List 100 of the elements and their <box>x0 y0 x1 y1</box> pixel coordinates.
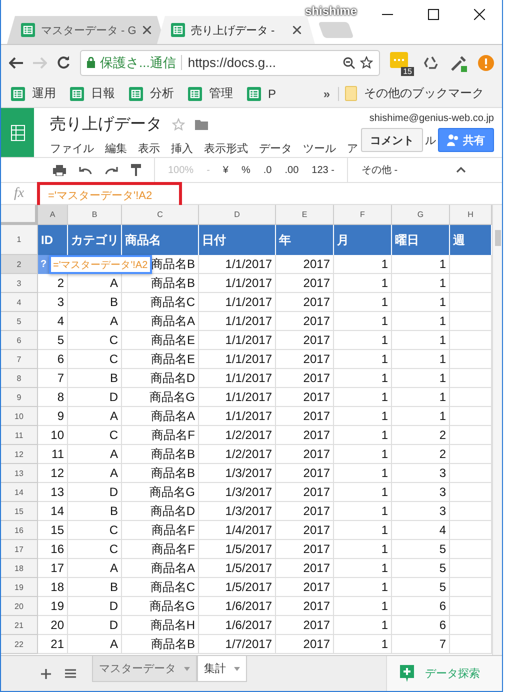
column-header[interactable]: C <box>122 205 199 225</box>
table-cell: 1 <box>392 388 450 407</box>
row-header[interactable]: 10 <box>1 407 38 426</box>
row-header[interactable]: 20 <box>1 597 38 616</box>
paint-format-icon[interactable] <box>131 164 141 176</box>
folder-icon <box>345 86 357 101</box>
row-header[interactable]: 16 <box>1 521 38 540</box>
row-header[interactable]: 15 <box>1 502 38 521</box>
zoom-out-icon[interactable] <box>343 56 355 68</box>
row-header[interactable]: 12 <box>1 445 38 464</box>
column-header[interactable]: G <box>392 205 450 225</box>
collapse-icon[interactable] <box>456 167 466 173</box>
back-icon[interactable] <box>9 56 23 68</box>
format-button[interactable]: ¥ <box>222 164 228 176</box>
header-cell: 曜日 <box>392 225 450 255</box>
table-cell: 1/1/2017 <box>199 274 276 293</box>
table-cell: A <box>68 445 122 464</box>
sheets-logo[interactable] <box>1 108 34 157</box>
menu-item[interactable]: ア <box>347 141 358 156</box>
star-icon[interactable] <box>360 56 373 69</box>
menu-item[interactable]: 表示 <box>138 141 160 156</box>
table-cell: 1/1/2017 <box>199 331 276 350</box>
header-cell: 日付 <box>199 225 276 255</box>
table-cell: 7 <box>392 635 450 654</box>
table-cell: 6 <box>392 597 450 616</box>
more-formats-dropdown[interactable]: その他 - <box>361 163 398 177</box>
sheet-tab[interactable]: 集計 <box>197 656 247 682</box>
bookmark[interactable]: 日報 <box>70 85 115 102</box>
row-header[interactable]: 9 <box>1 388 38 407</box>
browser-tab[interactable]: 売り上げデータ - <box>157 16 315 44</box>
table-cell: 3 <box>392 502 450 521</box>
column-header[interactable]: A <box>38 205 68 225</box>
close-icon[interactable] <box>474 8 484 20</box>
row-header[interactable]: 8 <box>1 369 38 388</box>
menu-icon[interactable] <box>65 669 76 678</box>
table-cell: 1 <box>392 407 450 426</box>
format-button[interactable]: .0 <box>263 164 272 176</box>
table-cell: 商品名F <box>122 426 199 445</box>
alert-icon[interactable] <box>478 54 494 70</box>
other-bookmarks-folder[interactable]: その他のブックマーク <box>345 85 484 102</box>
row-header[interactable]: 5 <box>1 312 38 331</box>
menu-item[interactable]: 挿入 <box>171 141 193 156</box>
redo-icon[interactable] <box>105 166 118 174</box>
row-header[interactable]: 6 <box>1 331 38 350</box>
comment-button[interactable]: コメント <box>361 128 423 152</box>
menu-item[interactable]: ル <box>425 132 436 148</box>
row-header[interactable]: 11 <box>1 426 38 445</box>
column-header[interactable]: F <box>334 205 392 225</box>
column-header[interactable]: B <box>68 205 122 225</box>
table-cell: 商品名C <box>122 293 199 312</box>
row-header[interactable]: 18 <box>1 559 38 578</box>
table-cell: 18 <box>38 578 68 597</box>
bookmark[interactable]: 管理 <box>188 85 233 102</box>
format-button[interactable]: .00 <box>284 164 299 176</box>
menu-item[interactable]: ツール <box>303 141 336 156</box>
document-title[interactable]: 売り上げデータ <box>50 114 162 135</box>
close-icon[interactable] <box>293 26 301 34</box>
account-email[interactable]: shishime@genius-web.co.jp <box>369 113 494 124</box>
column-header[interactable]: H <box>450 205 492 225</box>
row-header[interactable]: 2 <box>1 255 38 274</box>
row-header[interactable]: 4 <box>1 293 38 312</box>
folder-icon[interactable] <box>195 119 208 130</box>
bookmark[interactable]: 分析 <box>129 85 174 102</box>
reload-icon[interactable] <box>57 56 70 69</box>
format-button[interactable]: 123 - <box>312 164 334 176</box>
bookmark[interactable]: 運用 <box>11 85 56 102</box>
table-cell: 5 <box>392 559 450 578</box>
menu-item[interactable]: データ <box>259 141 292 156</box>
caret-icon <box>184 666 190 670</box>
format-button[interactable]: % <box>241 164 250 176</box>
table-cell: 商品名F <box>122 521 199 540</box>
menu-item[interactable]: 編集 <box>105 141 127 156</box>
eyedropper-icon[interactable] <box>450 54 468 72</box>
row-header[interactable]: 21 <box>1 616 38 635</box>
menu-item[interactable]: 表示形式 <box>204 141 248 156</box>
print-icon[interactable] <box>53 164 66 176</box>
row-header[interactable]: 1 <box>1 225 38 255</box>
more-bookmarks-button[interactable]: » <box>323 86 339 100</box>
address-bar[interactable]: 保護さ...通信 https://docs.g... <box>80 50 380 76</box>
table-cell: 6 <box>38 350 68 369</box>
undo-icon[interactable] <box>79 166 92 174</box>
table-cell: C <box>68 540 122 559</box>
profile-name[interactable]: shishime <box>305 4 358 18</box>
table-cell: 商品名B <box>122 464 199 483</box>
row-header[interactable]: 3 <box>1 274 38 293</box>
row-header[interactable]: 7 <box>1 350 38 369</box>
scrollbar-thumb[interactable] <box>494 230 500 246</box>
row-header[interactable]: 14 <box>1 483 38 502</box>
column-header[interactable]: D <box>199 205 276 225</box>
menu-item[interactable]: ファイル <box>50 141 94 156</box>
maximize-icon[interactable] <box>428 8 438 20</box>
row-header[interactable]: 17 <box>1 540 38 559</box>
add-sheet-icon[interactable] <box>41 668 51 678</box>
row-header[interactable]: 19 <box>1 578 38 597</box>
row-header[interactable]: 22 <box>1 635 38 654</box>
bookmark[interactable]: P <box>247 86 276 100</box>
column-header[interactable]: E <box>276 205 334 225</box>
star-icon[interactable] <box>172 118 185 131</box>
row-header[interactable]: 13 <box>1 464 38 483</box>
sheet-tab[interactable]: マスターデータ <box>92 656 197 682</box>
